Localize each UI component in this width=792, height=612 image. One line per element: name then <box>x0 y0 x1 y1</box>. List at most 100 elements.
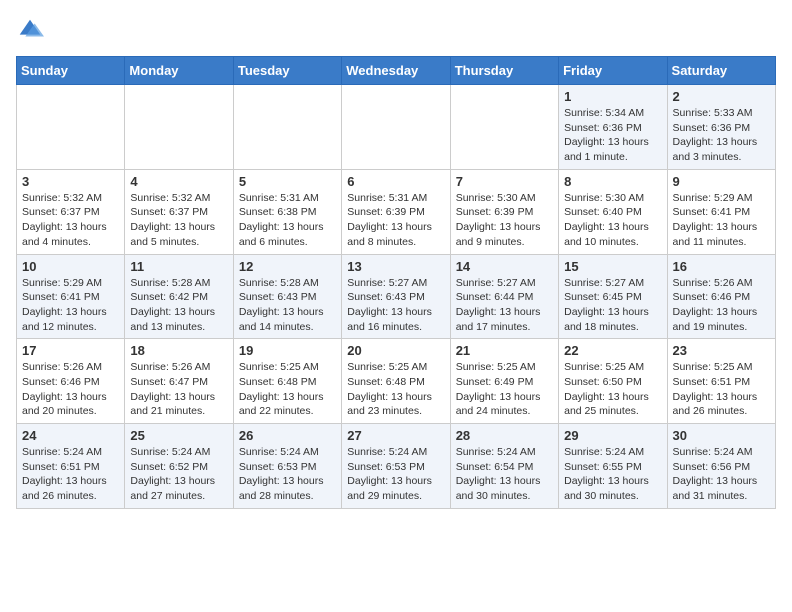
daylight-text: Daylight: 13 hours and 19 minutes. <box>673 305 770 334</box>
calendar-cell: 24Sunrise: 5:24 AMSunset: 6:51 PMDayligh… <box>17 424 125 509</box>
cell-content: Sunrise: 5:29 AMSunset: 6:41 PMDaylight:… <box>673 191 770 250</box>
daylight-text: Daylight: 13 hours and 16 minutes. <box>347 305 444 334</box>
day-number: 23 <box>673 343 770 358</box>
daylight-text: Daylight: 13 hours and 26 minutes. <box>22 474 119 503</box>
calendar-cell <box>125 85 233 170</box>
days-header-row: SundayMondayTuesdayWednesdayThursdayFrid… <box>17 57 776 85</box>
sunset-text: Sunset: 6:49 PM <box>456 375 553 390</box>
day-number: 3 <box>22 174 119 189</box>
cell-content: Sunrise: 5:26 AMSunset: 6:46 PMDaylight:… <box>22 360 119 419</box>
daylight-text: Daylight: 13 hours and 20 minutes. <box>22 390 119 419</box>
calendar-cell <box>233 85 341 170</box>
week-row-3: 10 Sunrise: 5:29 AMSunset: 6:41 PMDayligh… <box>17 254 776 339</box>
sunset-text: Sunset: 6:37 PM <box>130 205 227 220</box>
day-number: 24 <box>22 428 119 443</box>
calendar-cell <box>342 85 450 170</box>
daylight-text: Daylight: 13 hours and 8 minutes. <box>347 220 444 249</box>
calendar-cell: 2Sunrise: 5:33 AMSunset: 6:36 PMDaylight… <box>667 85 775 170</box>
sunrise-text: Sunrise: 5:28 AM <box>130 276 227 291</box>
calendar-cell: 3 Sunrise: 5:32 AMSunset: 6:37 PMDaylight… <box>17 169 125 254</box>
sunrise-text: Sunrise: 5:25 AM <box>564 360 661 375</box>
sunset-text: Sunset: 6:43 PM <box>347 290 444 305</box>
daylight-text: Daylight: 13 hours and 26 minutes. <box>673 390 770 419</box>
calendar-cell: 14 Sunrise: 5:27 AMSunset: 6:44 PMDayligh… <box>450 254 558 339</box>
cell-content: Sunrise: 5:26 AMSunset: 6:47 PMDaylight:… <box>130 360 227 419</box>
sunrise-text: Sunrise: 5:33 AM <box>673 106 770 121</box>
day-number: 6 <box>347 174 444 189</box>
day-number: 30 <box>673 428 770 443</box>
daylight-text: Daylight: 13 hours and 13 minutes. <box>130 305 227 334</box>
day-number: 15 <box>564 259 661 274</box>
cell-content: Sunrise: 5:29 AMSunset: 6:41 PMDaylight:… <box>22 276 119 335</box>
cell-content: Sunrise: 5:27 AMSunset: 6:43 PMDaylight:… <box>347 276 444 335</box>
day-header-saturday: Saturday <box>667 57 775 85</box>
day-number: 4 <box>130 174 227 189</box>
calendar-cell: 8Sunrise: 5:30 AMSunset: 6:40 PMDaylight… <box>559 169 667 254</box>
day-header-sunday: Sunday <box>17 57 125 85</box>
day-number: 10 <box>22 259 119 274</box>
daylight-text: Daylight: 13 hours and 3 minutes. <box>673 135 770 164</box>
cell-content: Sunrise: 5:24 AMSunset: 6:52 PMDaylight:… <box>130 445 227 504</box>
calendar-cell <box>17 85 125 170</box>
day-number: 29 <box>564 428 661 443</box>
sunrise-text: Sunrise: 5:24 AM <box>673 445 770 460</box>
sunset-text: Sunset: 6:41 PM <box>673 205 770 220</box>
sunset-text: Sunset: 6:47 PM <box>130 375 227 390</box>
sunrise-text: Sunrise: 5:30 AM <box>456 191 553 206</box>
sunset-text: Sunset: 6:38 PM <box>239 205 336 220</box>
sunset-text: Sunset: 6:51 PM <box>673 375 770 390</box>
calendar-cell: 25 Sunrise: 5:24 AMSunset: 6:52 PMDayligh… <box>125 424 233 509</box>
daylight-text: Daylight: 13 hours and 17 minutes. <box>456 305 553 334</box>
sunrise-text: Sunrise: 5:24 AM <box>130 445 227 460</box>
sunrise-text: Sunrise: 5:24 AM <box>564 445 661 460</box>
cell-content: Sunrise: 5:31 AMSunset: 6:39 PMDaylight:… <box>347 191 444 250</box>
cell-content: Sunrise: 5:32 AMSunset: 6:37 PMDaylight:… <box>130 191 227 250</box>
day-header-thursday: Thursday <box>450 57 558 85</box>
calendar-cell: 16Sunrise: 5:26 AMSunset: 6:46 PMDayligh… <box>667 254 775 339</box>
day-number: 28 <box>456 428 553 443</box>
daylight-text: Daylight: 13 hours and 29 minutes. <box>347 474 444 503</box>
day-number: 25 <box>130 428 227 443</box>
sunrise-text: Sunrise: 5:32 AM <box>22 191 119 206</box>
sunrise-text: Sunrise: 5:24 AM <box>347 445 444 460</box>
sunrise-text: Sunrise: 5:25 AM <box>347 360 444 375</box>
day-number: 2 <box>673 89 770 104</box>
week-row-5: 24Sunrise: 5:24 AMSunset: 6:51 PMDayligh… <box>17 424 776 509</box>
calendar-cell: 21Sunrise: 5:25 AMSunset: 6:49 PMDayligh… <box>450 339 558 424</box>
day-number: 14 <box>456 259 553 274</box>
sunrise-text: Sunrise: 5:34 AM <box>564 106 661 121</box>
calendar-cell: 13Sunrise: 5:27 AMSunset: 6:43 PMDayligh… <box>342 254 450 339</box>
sunset-text: Sunset: 6:52 PM <box>130 460 227 475</box>
cell-content: Sunrise: 5:27 AMSunset: 6:45 PMDaylight:… <box>564 276 661 335</box>
sunset-text: Sunset: 6:36 PM <box>564 121 661 136</box>
daylight-text: Daylight: 13 hours and 23 minutes. <box>347 390 444 419</box>
day-number: 26 <box>239 428 336 443</box>
day-number: 12 <box>239 259 336 274</box>
calendar-cell: 29 Sunrise: 5:24 AMSunset: 6:55 PMDayligh… <box>559 424 667 509</box>
daylight-text: Daylight: 13 hours and 21 minutes. <box>130 390 227 419</box>
day-number: 1 <box>564 89 661 104</box>
cell-content: Sunrise: 5:24 AMSunset: 6:56 PMDaylight:… <box>673 445 770 504</box>
sunrise-text: Sunrise: 5:26 AM <box>673 276 770 291</box>
page-header <box>16 16 776 44</box>
daylight-text: Daylight: 13 hours and 30 minutes. <box>456 474 553 503</box>
sunrise-text: Sunrise: 5:25 AM <box>673 360 770 375</box>
sunset-text: Sunset: 6:40 PM <box>564 205 661 220</box>
sunrise-text: Sunrise: 5:27 AM <box>347 276 444 291</box>
day-number: 22 <box>564 343 661 358</box>
cell-content: Sunrise: 5:32 AMSunset: 6:37 PMDaylight:… <box>22 191 119 250</box>
cell-content: Sunrise: 5:34 AMSunset: 6:36 PMDaylight:… <box>564 106 661 165</box>
daylight-text: Daylight: 13 hours and 12 minutes. <box>22 305 119 334</box>
day-number: 9 <box>673 174 770 189</box>
calendar-cell: 12Sunrise: 5:28 AMSunset: 6:43 PMDayligh… <box>233 254 341 339</box>
cell-content: Sunrise: 5:27 AMSunset: 6:44 PMDaylight:… <box>456 276 553 335</box>
sunset-text: Sunset: 6:50 PM <box>564 375 661 390</box>
sunrise-text: Sunrise: 5:31 AM <box>239 191 336 206</box>
day-number: 16 <box>673 259 770 274</box>
sunset-text: Sunset: 6:54 PM <box>456 460 553 475</box>
daylight-text: Daylight: 13 hours and 25 minutes. <box>564 390 661 419</box>
cell-content: Sunrise: 5:24 AMSunset: 6:55 PMDaylight:… <box>564 445 661 504</box>
daylight-text: Daylight: 13 hours and 9 minutes. <box>456 220 553 249</box>
sunset-text: Sunset: 6:41 PM <box>22 290 119 305</box>
calendar-cell: 18Sunrise: 5:26 AMSunset: 6:47 PMDayligh… <box>125 339 233 424</box>
